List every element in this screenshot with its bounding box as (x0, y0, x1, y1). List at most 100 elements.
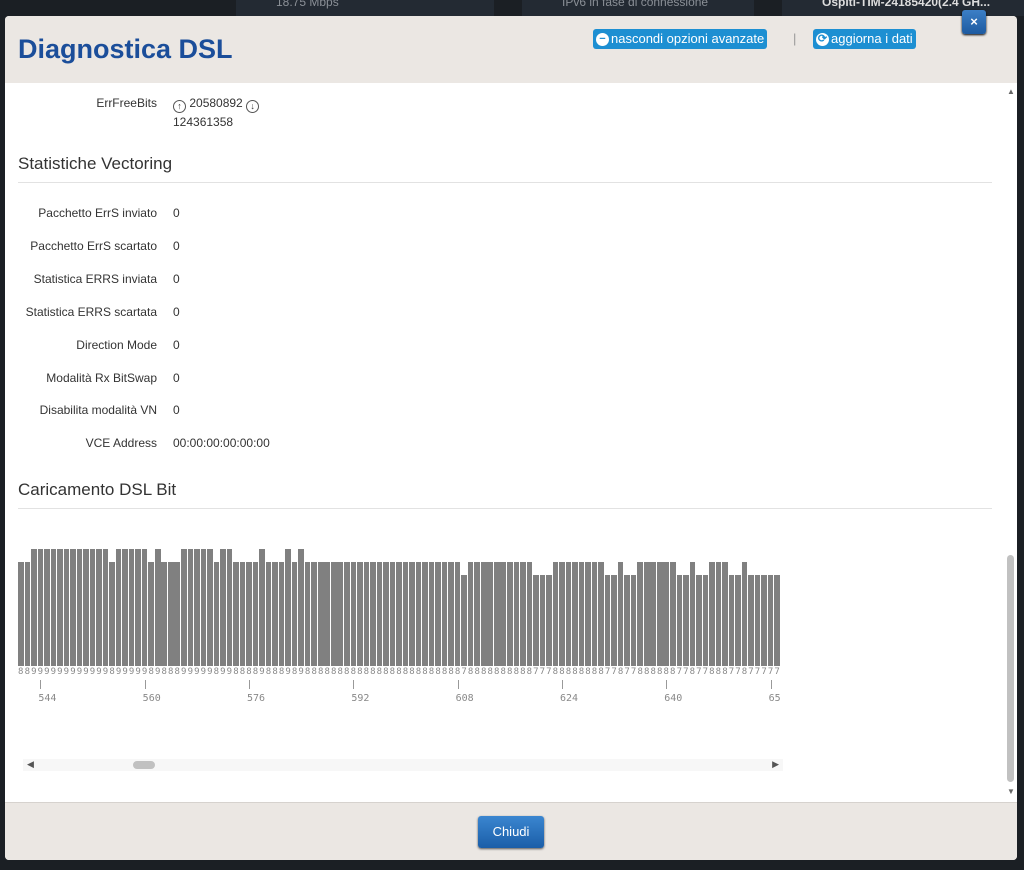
hide-advanced-button[interactable]: − nascondi opzioni avanzate (593, 29, 768, 49)
vertical-scroll-thumb[interactable] (1007, 555, 1014, 782)
bit-bar (311, 562, 317, 666)
bit-bar (298, 549, 304, 666)
modal-footer: Chiudi (5, 802, 1017, 860)
bit-bar (761, 575, 767, 666)
bit-bar (44, 549, 50, 666)
bit-bar (683, 575, 689, 666)
bit-bar (220, 549, 226, 666)
errfreebits-value: ↑ 20580892 ↓ 124361358 (173, 96, 260, 131)
x-tick-label: 640 (664, 693, 683, 704)
row-label: Modalità Rx BitSwap (46, 370, 157, 385)
bit-bar (213, 562, 220, 666)
minus-circle-icon: − (596, 32, 609, 46)
bit-bar (50, 549, 57, 666)
close-button[interactable]: Chiudi (478, 816, 544, 848)
bit-bar (526, 562, 533, 666)
scroll-thumb[interactable] (133, 761, 155, 769)
bit-value-label: 9 (37, 667, 44, 677)
x-tick-label: 608 (455, 693, 474, 704)
row-value: 0 (173, 238, 180, 253)
row-value: 0 (173, 271, 180, 286)
bit-value-label: 8 (480, 667, 487, 677)
bit-bar (37, 549, 44, 666)
bit-bar (148, 562, 154, 666)
bit-bar (520, 562, 526, 666)
bit-bar (539, 575, 546, 666)
download-arrow-icon: ↓ (246, 100, 260, 113)
bit-bar (748, 575, 754, 666)
scroll-right-arrow-icon[interactable]: ▶ (772, 759, 779, 770)
bit-value-label: 8 (526, 667, 533, 677)
errfreebits-up: 20580892 (189, 96, 243, 110)
bit-bar (689, 562, 696, 666)
bit-bar (467, 562, 474, 666)
chart-horizontal-scrollbar[interactable]: ◀ ▶ (23, 759, 783, 771)
bit-bar (643, 562, 650, 666)
bit-value-label: 9 (200, 667, 207, 677)
scroll-down-arrow-icon[interactable]: ▼ (1007, 787, 1015, 796)
row-value: 0 (173, 403, 180, 418)
bitloading-section-title: Caricamento DSL Bit (18, 480, 992, 509)
bit-bar (572, 562, 578, 666)
bit-bar (31, 549, 37, 666)
bg-card-speed: 18.75 Mbps (236, 0, 494, 16)
bit-bar (546, 575, 552, 666)
bit-bar (161, 562, 168, 666)
bit-bar (89, 549, 96, 666)
bit-bar (585, 562, 591, 666)
bit-bar (513, 562, 520, 666)
close-icon[interactable]: × (962, 10, 986, 34)
row-label: Pacchetto ErrS scartato (30, 238, 157, 253)
row-value: 0 (173, 337, 180, 352)
refresh-label: aggiorna i dati (831, 31, 913, 46)
bit-bar (415, 562, 422, 666)
bit-value-label: 8 (363, 667, 370, 677)
bit-bar (383, 562, 389, 666)
bit-bar (448, 562, 454, 666)
upload-arrow-icon: ↑ (173, 100, 186, 113)
bit-bar (422, 562, 428, 666)
bit-bar (441, 562, 448, 666)
bit-value-label: 8 (598, 667, 604, 677)
bit-bar (428, 562, 435, 666)
bit-value-label: 8 (572, 667, 578, 677)
x-tick-mark (457, 680, 459, 689)
bit-bar (317, 562, 324, 666)
refresh-button[interactable]: ⟳ aggiorna i dati (813, 29, 916, 49)
bit-bar (96, 549, 102, 666)
bit-bar (291, 562, 298, 666)
scroll-left-arrow-icon[interactable]: ◀ (27, 759, 34, 770)
row-label: Statistica ERRS inviata (33, 271, 157, 286)
bit-value-label: 8 (272, 667, 278, 677)
bit-bar (337, 562, 344, 666)
bit-value-label: 8 (337, 667, 343, 677)
bit-bar (754, 575, 761, 666)
bg-card-ipv6: IPv6 in fase di connessione (522, 0, 754, 16)
x-tick-mark (40, 680, 42, 689)
row-label: Direction Mode (76, 337, 157, 352)
bit-bar (715, 562, 722, 666)
bit-bar (650, 562, 657, 666)
bit-bar (500, 562, 507, 666)
x-tick-mark (666, 680, 668, 689)
x-tick-label: 624 (559, 693, 579, 704)
scroll-up-arrow-icon[interactable]: ▲ (1007, 87, 1015, 96)
bit-bar (474, 562, 480, 666)
x-tick-label: 576 (247, 693, 266, 704)
bit-value-label: 8 (715, 667, 722, 677)
bit-bar (709, 562, 715, 666)
bit-bar (70, 549, 76, 666)
vertical-scrollbar[interactable]: ▲ ▼ (1005, 83, 1017, 802)
modal-header: Diagnostica DSL − nascondi opzioni avanz… (5, 16, 1017, 83)
bit-bar (696, 575, 702, 666)
bit-value-label: 8 (246, 667, 252, 677)
bit-bar (591, 562, 598, 666)
bit-bar (461, 575, 467, 666)
bit-value-label: 9 (154, 667, 161, 677)
bit-value-label: 8 (663, 667, 669, 677)
bit-value-label: 8 (500, 667, 506, 677)
bit-value-label: 8 (109, 667, 115, 677)
bit-bar (285, 549, 291, 666)
bit-bar (128, 549, 135, 666)
bit-bar (233, 562, 239, 666)
